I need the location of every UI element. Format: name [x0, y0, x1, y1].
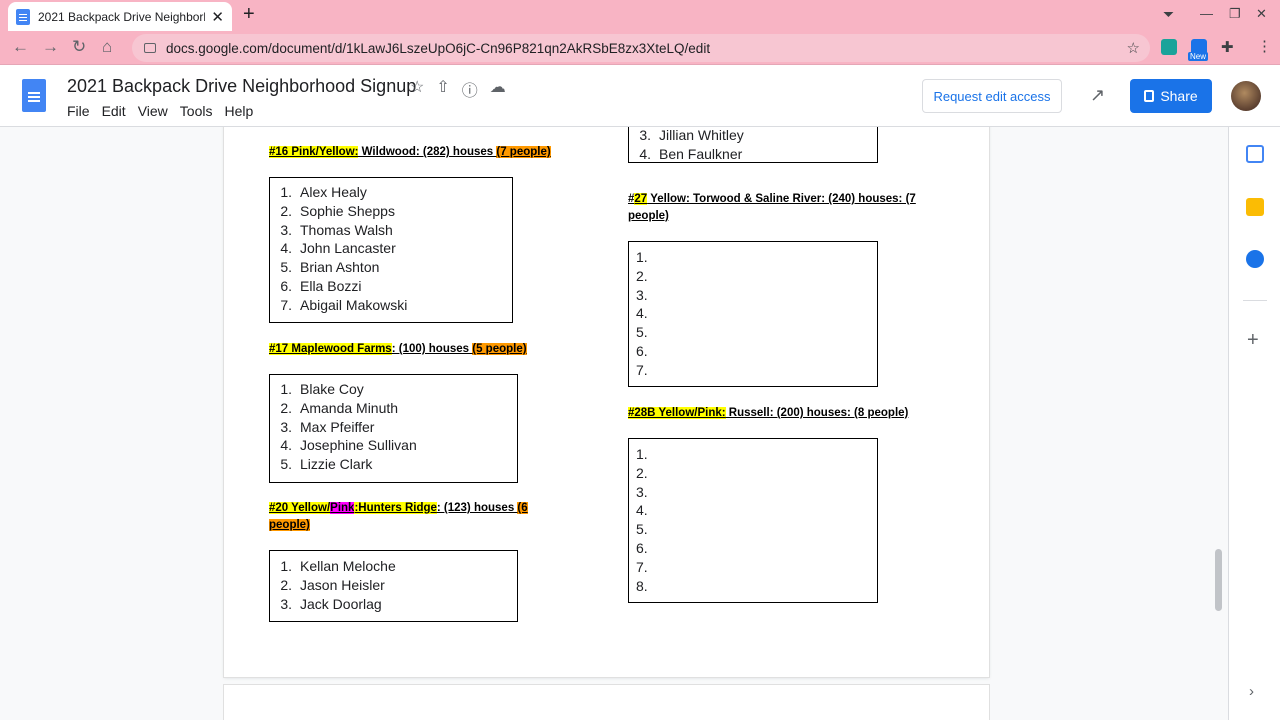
list-item: 4. John Lancaster — [280, 240, 396, 257]
side-divider — [1243, 300, 1267, 301]
list-item: 2. Amanda Minuth — [280, 399, 399, 416]
lock-icon — [1144, 90, 1155, 102]
list-item[interactable]: 1. — [636, 445, 877, 464]
docs-favicon-icon — [16, 8, 30, 25]
list-item[interactable]: 3. — [636, 483, 877, 502]
list-item: 3. Max Pfeiffer — [280, 418, 375, 435]
extension-new-badge: New — [1188, 52, 1209, 61]
list-item[interactable]: 3. — [636, 286, 877, 305]
add-addon-icon[interactable]: + — [1247, 329, 1259, 352]
restore-icon[interactable]: ❐ — [1229, 6, 1241, 22]
browser-tab[interactable]: 2021 Backpack Drive Neighborho ✕ — [8, 2, 232, 31]
forward-icon[interactable]: → — [42, 37, 59, 57]
side-panel: + › — [1228, 127, 1280, 720]
list-item: 1. Kellan Meloche — [280, 558, 396, 574]
prev-signup-box: 3. Jillian Whitley 4. Ben Faulkner — [628, 127, 878, 163]
list-item: 1. Alex Healy — [280, 184, 367, 200]
list-item: 5. Brian Ashton — [280, 259, 380, 276]
home-icon[interactable]: ⌂ — [102, 37, 112, 57]
menu-view[interactable]: View — [138, 103, 168, 119]
document-canvas: 3. Jillian Whitley 4. Ben Faulkner #16 Pin… — [0, 127, 1228, 720]
menu-tools[interactable]: Tools — [180, 103, 213, 119]
list-item[interactable]: 8. — [636, 577, 877, 596]
list-item: 2. Jason Heisler — [280, 576, 385, 593]
list-item[interactable]: 4. — [636, 501, 877, 520]
list-item: 1. Blake Coy — [280, 381, 364, 397]
list-item[interactable]: 6. — [636, 342, 877, 361]
section-heading-28b: #28B Yellow/Pink: Russell: (200) houses:… — [628, 407, 909, 419]
share-label: Share — [1160, 88, 1198, 104]
list-item[interactable]: 2. — [636, 267, 877, 286]
browser-menu-icon[interactable]: ⋮ — [1257, 37, 1272, 55]
signup-box-20: 1. Kellan Meloche 2. Jason Heisler 3. Jack … — [269, 550, 518, 622]
list-item: 4. Josephine Sullivan — [280, 437, 417, 454]
list-item[interactable]: 6. — [636, 539, 877, 558]
star-icon[interactable]: ☆ — [410, 77, 424, 101]
docs-logo-icon[interactable] — [22, 79, 46, 112]
list-item: 3. Jack Doorlag — [280, 595, 382, 612]
scrollbar-thumb[interactable] — [1215, 549, 1222, 611]
section-heading-27: #27 Yellow: Torwood & Saline River: (240… — [628, 193, 916, 222]
section-heading-16: #16 Pink/Yellow: Wildwood: (282) houses … — [269, 146, 551, 158]
expand-panel-icon[interactable]: › — [1249, 683, 1254, 700]
url-text: docs.google.com/document/d/1kLawJ6LszeUp… — [166, 40, 711, 56]
new-tab-icon[interactable]: + — [243, 3, 255, 26]
next-page — [224, 685, 989, 720]
signup-box-17: 1. Blake Coy 2. Amanda Minuth 3. Max Pfeiff… — [269, 374, 518, 483]
list-item[interactable]: 1. — [636, 248, 877, 267]
list-item: 7. Abigail Makowski — [280, 296, 408, 313]
move-to-drive-icon[interactable]: ⇧ — [436, 77, 449, 101]
list-item[interactable]: 7. — [636, 558, 877, 577]
list-item[interactable]: 7. — [636, 361, 877, 380]
tab-strip: 2021 Backpack Drive Neighborho ✕ + ⏷ — ❐… — [0, 0, 1280, 31]
tab-title: 2021 Backpack Drive Neighborho — [38, 9, 206, 24]
menu-file[interactable]: File — [67, 103, 90, 119]
list-item: 3. Jillian Whitley — [639, 127, 744, 143]
list-item: 3. Thomas Walsh — [280, 221, 393, 238]
reload-icon[interactable]: ↻ — [72, 37, 86, 57]
request-edit-access-button[interactable]: Request edit access — [922, 79, 1062, 113]
menu-help[interactable]: Help — [224, 103, 253, 119]
close-tab-icon[interactable]: ✕ — [211, 8, 224, 26]
menu-edit[interactable]: Edit — [102, 103, 126, 119]
list-item: 6. Ella Bozzi — [280, 277, 362, 294]
close-window-icon[interactable]: ✕ — [1256, 6, 1267, 22]
document-page: 3. Jillian Whitley 4. Ben Faulkner #16 Pin… — [224, 127, 989, 677]
extensions-puzzle-icon[interactable]: ✚ — [1221, 38, 1234, 56]
signup-box-16: 1. Alex Healy 2. Sophie Shepps 3. Thomas Wa… — [269, 177, 513, 323]
tasks-icon[interactable] — [1246, 250, 1264, 268]
cloud-status-icon[interactable]: ☁ — [490, 77, 506, 101]
section-heading-17: #17 Maplewood Farms: (100) houses (5 peo… — [269, 343, 527, 355]
list-item: 2. Sophie Shepps — [280, 202, 395, 219]
docs-header: 2021 Backpack Drive Neighborhood Signup … — [0, 65, 1280, 127]
info-icon[interactable]: ⓘ — [462, 77, 478, 101]
bookmark-star-icon[interactable]: ☆ — [1127, 39, 1140, 57]
list-item: 5. Lizzie Clark — [280, 456, 373, 473]
share-button[interactable]: Share — [1130, 79, 1212, 113]
signup-box-27: 1. 2. 3. 4. 5. 6. 7. — [628, 241, 878, 387]
list-item[interactable]: 5. — [636, 323, 877, 342]
site-info-icon[interactable] — [144, 43, 156, 53]
address-bar[interactable]: docs.google.com/document/d/1kLawJ6LszeUp… — [132, 34, 1150, 62]
keep-icon[interactable] — [1246, 198, 1264, 216]
title-actions: ☆ ⇧ ⓘ ☁ — [410, 77, 506, 101]
list-item: 4. Ben Faulkner — [639, 145, 743, 162]
browser-toolbar: ← → ↻ ⌂ docs.google.com/document/d/1kLaw… — [0, 31, 1280, 65]
list-item[interactable]: 5. — [636, 520, 877, 539]
back-icon[interactable]: ← — [12, 37, 29, 57]
activity-trend-icon[interactable]: ↗ — [1090, 85, 1105, 106]
profile-menu-icon[interactable]: ⏷ — [1163, 6, 1174, 23]
list-item[interactable]: 2. — [636, 464, 877, 483]
signup-box-28b: 1. 2. 3. 4. 5. 6. 7. 8. — [628, 438, 878, 603]
extension-globe-icon[interactable] — [1161, 39, 1177, 55]
minimize-icon[interactable]: — — [1200, 6, 1213, 21]
document-title[interactable]: 2021 Backpack Drive Neighborhood Signup — [67, 76, 416, 97]
calendar-icon[interactable] — [1246, 145, 1264, 163]
list-item[interactable]: 4. — [636, 304, 877, 323]
section-heading-20: #20 Yellow/Pink:Hunters Ridge: (123) hou… — [269, 502, 528, 531]
menu-bar: File Edit View Tools Help — [67, 103, 265, 119]
avatar[interactable] — [1231, 81, 1261, 111]
